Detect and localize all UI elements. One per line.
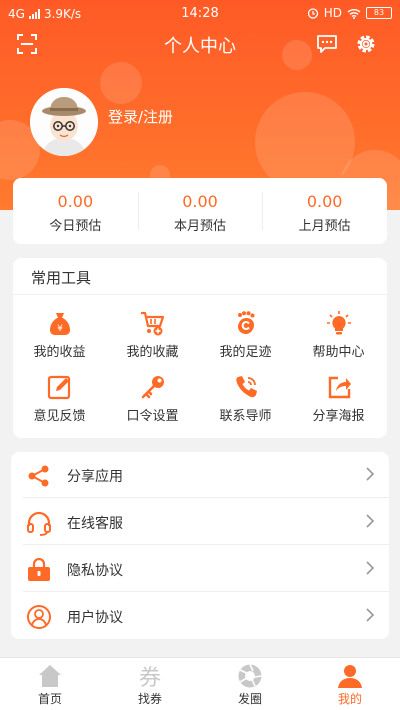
common-tools-card: 常用工具 ¥ 我的收益 我的收藏 我的足迹 帮助中心 意见反馈 口令设置 联系导… (13, 258, 387, 438)
wifi-icon (347, 8, 361, 19)
menu-item-privacy-policy[interactable]: 隐私协议 (11, 546, 389, 592)
menu-label: 在线客服 (67, 516, 123, 532)
settings-menu-card: 分享应用 在线客服 隐私协议 用户协议 (11, 452, 389, 639)
tab-home[interactable]: 首页 (0, 658, 100, 710)
headset-icon (27, 511, 51, 536)
battery-icon: 83 (366, 7, 392, 19)
chevron-right-icon (366, 608, 375, 622)
person-icon (338, 665, 362, 688)
chevron-right-icon (366, 514, 375, 528)
message-icon[interactable] (315, 32, 339, 56)
divider (23, 591, 389, 592)
lightbulb-icon (326, 311, 351, 335)
money-bag-icon: ¥ (49, 313, 70, 335)
chevron-right-icon (366, 561, 375, 575)
user-icon (27, 605, 51, 629)
tool-contact-mentor[interactable]: 联系导师 (199, 374, 292, 424)
tool-label: 联系导师 (219, 409, 272, 424)
tab-label: 发圈 (237, 692, 262, 706)
key-icon (141, 376, 164, 399)
share-icon (28, 465, 49, 487)
stat-label: 今日预估 (49, 219, 102, 234)
divider (23, 544, 389, 545)
tab-label: 我的 (337, 692, 362, 706)
tool-feedback[interactable]: 意见反馈 (13, 374, 106, 424)
stat-this-month[interactable]: 0.00 本月预估 (137, 178, 263, 244)
login-register-link[interactable]: 登录/注册 (108, 106, 173, 127)
tab-find-coupons[interactable]: 券 找券 (100, 658, 200, 710)
stat-label: 本月预估 (174, 219, 227, 234)
tools-title: 常用工具 (31, 269, 92, 287)
hd-label: HD (323, 6, 342, 20)
stat-today[interactable]: 0.00 今日预估 (13, 178, 138, 244)
status-bar: 4G 3.9K/s 14:28 HD 83 (0, 0, 400, 28)
share-poster-icon (328, 376, 351, 399)
tool-label: 口令设置 (126, 409, 179, 424)
aperture-icon (238, 664, 262, 688)
cart-icon (140, 311, 164, 336)
menu-label: 隐私协议 (67, 563, 123, 579)
tool-label: 帮助中心 (312, 345, 365, 360)
tab-label: 找券 (137, 692, 162, 706)
menu-item-online-support[interactable]: 在线客服 (11, 499, 389, 545)
avatar[interactable] (30, 88, 98, 156)
tool-label: 我的足迹 (219, 345, 272, 360)
tool-password-settings[interactable]: 口令设置 (106, 374, 199, 424)
lock-icon (28, 557, 50, 581)
tool-label: 我的收藏 (126, 345, 179, 360)
tab-moments[interactable]: 发圈 (200, 658, 300, 710)
menu-label: 用户协议 (67, 610, 123, 626)
chevron-right-icon (366, 467, 375, 481)
bottom-tab-bar: 首页 券 找券 发圈 我的 (0, 657, 400, 710)
edit-icon (47, 375, 70, 400)
stat-last-month[interactable]: 0.00 上月预估 (262, 178, 387, 244)
stat-value: 0.00 (57, 192, 94, 211)
svg-text:券: 券 (139, 666, 161, 689)
tool-label: 意见反馈 (33, 409, 86, 424)
alarm-icon (307, 8, 318, 19)
stat-value: 0.00 (306, 192, 343, 211)
tool-label: 分享海报 (312, 409, 365, 424)
stat-label: 上月预估 (298, 219, 351, 234)
decor-bubble (100, 62, 142, 104)
footprint-icon (237, 311, 254, 334)
tool-my-footprints[interactable]: 我的足迹 (199, 310, 292, 360)
menu-item-user-agreement[interactable]: 用户协议 (11, 593, 389, 639)
earnings-summary-card: 0.00 今日预估 0.00 本月预估 0.00 上月预估 (13, 178, 387, 244)
tool-help-center[interactable]: 帮助中心 (292, 310, 385, 360)
settings-gear-icon[interactable] (354, 32, 378, 56)
divider (23, 497, 389, 498)
tool-my-favorites[interactable]: 我的收藏 (106, 310, 199, 360)
menu-label: 分享应用 (67, 469, 123, 485)
tool-my-earnings[interactable]: ¥ 我的收益 (13, 310, 106, 360)
tab-mine[interactable]: 我的 (300, 658, 400, 710)
menu-item-share-app[interactable]: 分享应用 (11, 452, 389, 498)
divider (13, 294, 387, 295)
stat-value: 0.00 (182, 192, 218, 211)
tab-label: 首页 (37, 692, 62, 706)
phone-icon (235, 376, 257, 398)
home-icon (39, 665, 61, 687)
coupon-icon: 券 (139, 666, 161, 689)
page-title: 个人中心 (164, 36, 236, 57)
svg-text:¥: ¥ (57, 324, 63, 334)
tool-share-poster[interactable]: 分享海报 (292, 374, 385, 424)
top-bar: 个人中心 (0, 28, 400, 60)
tool-label: 我的收益 (33, 345, 86, 360)
